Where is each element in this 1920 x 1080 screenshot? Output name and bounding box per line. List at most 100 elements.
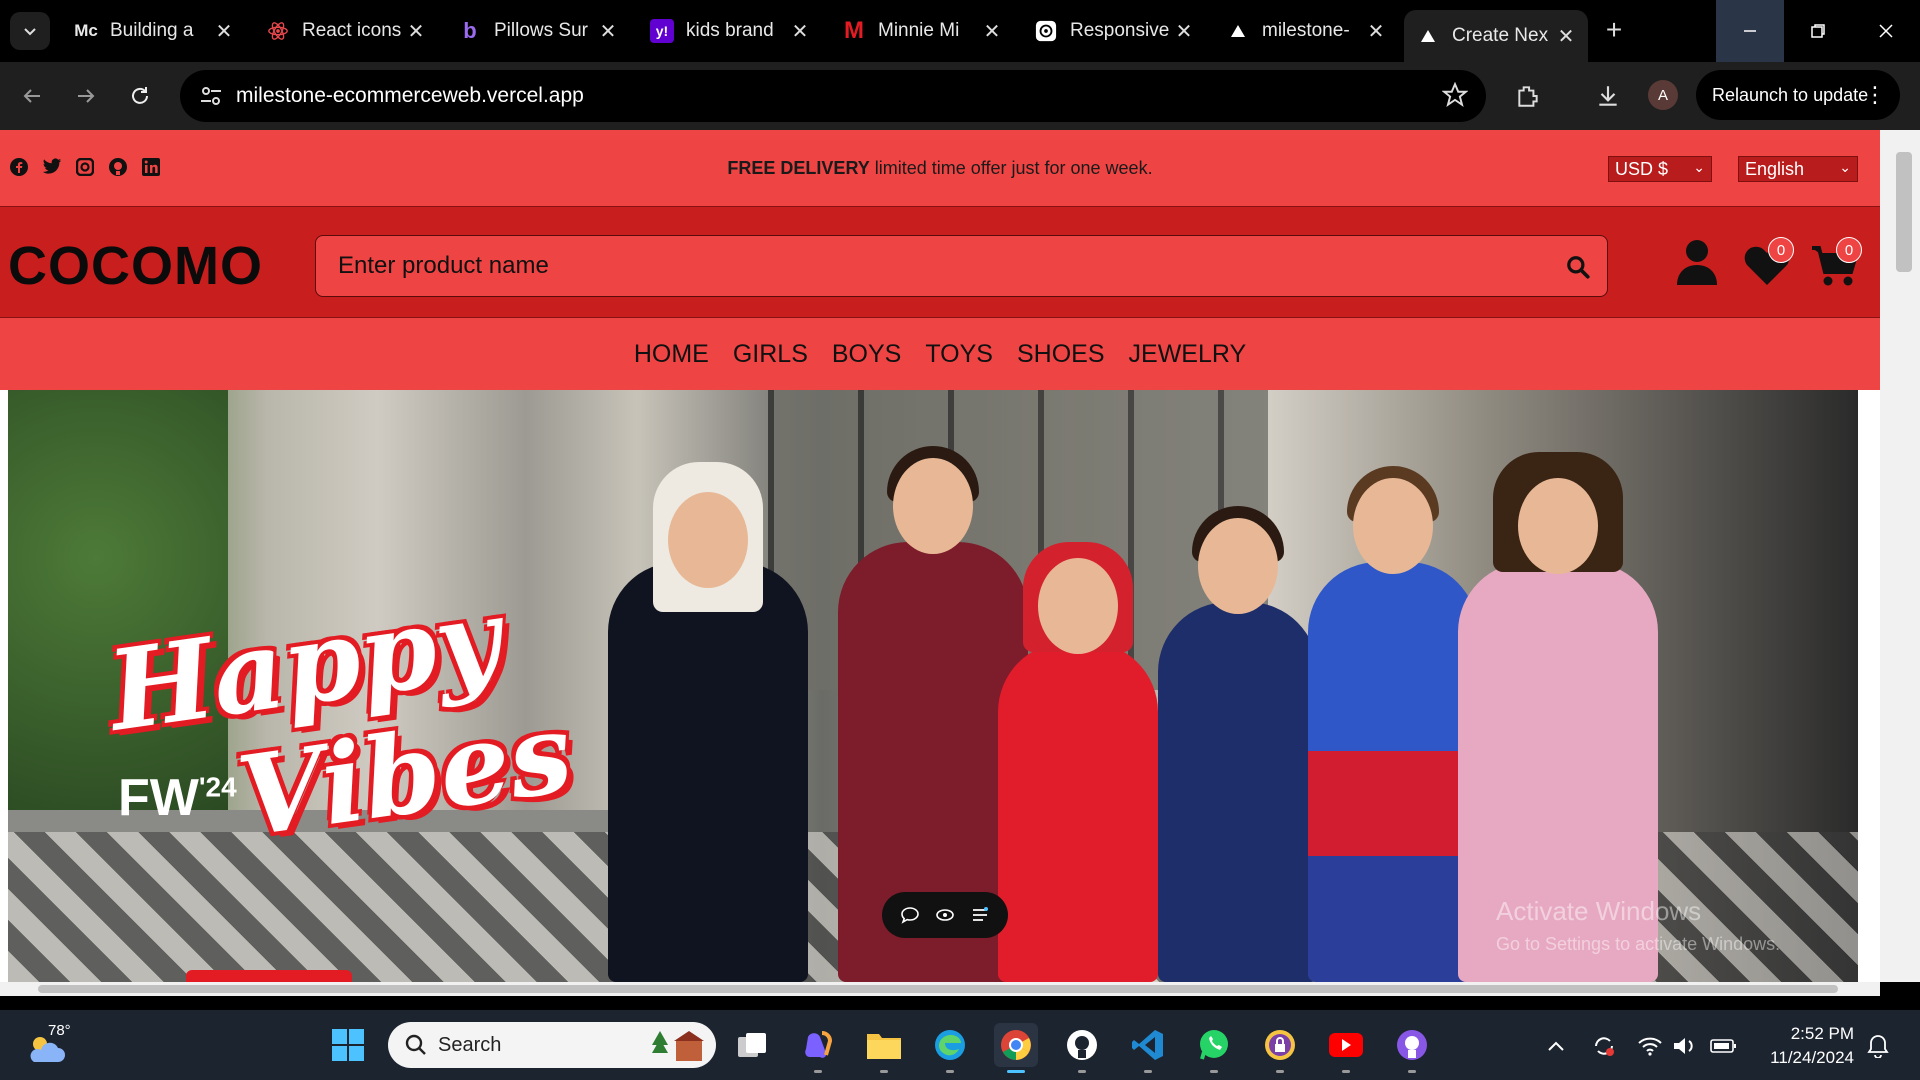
- puzzle-icon: [1518, 86, 1538, 107]
- comment-icon[interactable]: [900, 905, 920, 925]
- network-status-button[interactable]: [1636, 1032, 1664, 1060]
- notifications-button[interactable]: [1864, 1032, 1892, 1060]
- hero-cta-button[interactable]: [186, 970, 352, 982]
- relaunch-label: Relaunch to update: [1712, 84, 1869, 105]
- arrow-right-icon: [78, 89, 95, 103]
- new-tab-button[interactable]: +: [1598, 14, 1630, 46]
- close-tab-icon[interactable]: ✕: [406, 19, 426, 44]
- taskbar-app-whatsapp[interactable]: [1192, 1023, 1236, 1073]
- taskbar-app-github-desktop[interactable]: [1060, 1023, 1104, 1073]
- nav-boys[interactable]: BOYS: [832, 340, 901, 369]
- volume-button[interactable]: [1670, 1032, 1698, 1060]
- taskbar-app-vscode[interactable]: [1126, 1023, 1170, 1073]
- profile-avatar[interactable]: A: [1648, 80, 1678, 110]
- site-logo[interactable]: COCOMO: [8, 235, 263, 297]
- floating-toolbar: [882, 892, 1008, 938]
- folder-icon: [867, 1034, 901, 1059]
- browser-tab[interactable]: React icons ✕: [254, 10, 438, 52]
- chevron-down-icon: ⌄: [1839, 159, 1851, 175]
- tab-title: Minnie Mi: [878, 20, 960, 41]
- close-tab-icon[interactable]: ✕: [1556, 24, 1576, 49]
- currency-select[interactable]: USD $ ⌄: [1608, 156, 1712, 182]
- close-window-button[interactable]: [1852, 0, 1920, 62]
- show-hidden-icons-button[interactable]: [1542, 1032, 1570, 1060]
- chevron-down-icon: [24, 28, 36, 36]
- tab-title: Create Nex: [1452, 25, 1549, 46]
- task-view-button[interactable]: [730, 1023, 774, 1067]
- user-account-icon[interactable]: [1676, 239, 1718, 285]
- reload-button[interactable]: [120, 76, 160, 116]
- browser-tab[interactable]: M Minnie Mi ✕: [830, 10, 1014, 52]
- nav-toys[interactable]: TOYS: [925, 340, 993, 369]
- scrollbar-thumb[interactable]: [38, 985, 1838, 993]
- taskbar-app-edge[interactable]: [928, 1023, 972, 1073]
- hero-year: '24: [198, 771, 237, 803]
- product-search-input[interactable]: Enter product name: [315, 235, 1608, 297]
- search-icon[interactable]: [1565, 254, 1591, 280]
- taskbar-search[interactable]: Search: [388, 1022, 716, 1068]
- battery-status-button[interactable]: [1710, 1032, 1738, 1060]
- close-tab-icon[interactable]: ✕: [1174, 19, 1194, 44]
- chevron-down-icon: ⌄: [1693, 159, 1705, 175]
- tab-search-button[interactable]: [10, 12, 50, 50]
- site-settings-icon[interactable]: [198, 83, 224, 109]
- close-tab-icon[interactable]: ✕: [1366, 19, 1386, 44]
- browser-tab[interactable]: milestone- ✕: [1214, 10, 1398, 52]
- restore-button[interactable]: [1784, 0, 1852, 62]
- clock-time: 2:52 PM: [1790, 1024, 1854, 1043]
- close-tab-icon[interactable]: ✕: [982, 19, 1002, 44]
- address-bar[interactable]: milestone-ecommerceweb.vercel.app: [180, 70, 1486, 122]
- taskbar-app-vpn[interactable]: [1258, 1023, 1302, 1073]
- browser-tab[interactable]: Responsive ✕: [1022, 10, 1206, 52]
- language-value: English: [1745, 158, 1805, 179]
- copilot-icon: [805, 1031, 833, 1058]
- promo-text: limited time offer just for one week.: [869, 158, 1153, 178]
- weather-widget[interactable]: 78°: [26, 1022, 86, 1068]
- announcement-bar: FREE DELIVERY limited time offer just fo…: [0, 130, 1880, 206]
- kebab-menu-icon[interactable]: ⋮: [1864, 82, 1886, 108]
- browser-tab[interactable]: Mc Building a ✕: [62, 10, 246, 52]
- hero-kid-figure: [608, 462, 808, 982]
- back-button[interactable]: [12, 76, 52, 116]
- system-clock[interactable]: 2:52 PM 11/24/2024: [1754, 1022, 1854, 1070]
- close-tab-icon[interactable]: ✕: [214, 19, 234, 44]
- eye-icon[interactable]: [935, 905, 955, 925]
- taskbar-app-chrome[interactable]: [994, 1023, 1038, 1073]
- taskbar-app-file-explorer[interactable]: [862, 1023, 906, 1073]
- horizontal-scrollbar[interactable]: [0, 982, 1880, 996]
- taskbar-app-youtube[interactable]: [1324, 1023, 1368, 1073]
- vercel-triangle-icon: [1416, 24, 1440, 48]
- close-tab-icon[interactable]: ✕: [598, 19, 618, 44]
- github-purple-icon: [1397, 1030, 1427, 1060]
- nav-shoes[interactable]: SHOES: [1017, 340, 1105, 369]
- downloads-button[interactable]: [1588, 76, 1628, 116]
- browser-tab[interactable]: b Pillows Sur ✕: [446, 10, 630, 52]
- minimize-button[interactable]: [1716, 0, 1784, 62]
- browser-tab-active[interactable]: Create Nex ✕: [1404, 10, 1588, 62]
- sync-status-button[interactable]: [1590, 1032, 1618, 1060]
- nav-girls[interactable]: GIRLS: [733, 340, 808, 369]
- extensions-button[interactable]: [1508, 76, 1548, 116]
- bookmark-star-icon[interactable]: [1442, 82, 1468, 108]
- list-menu-icon[interactable]: [970, 905, 990, 925]
- relaunch-button[interactable]: Relaunch to update ⋮: [1696, 70, 1900, 120]
- minimize-icon: [1744, 30, 1756, 32]
- whatsapp-icon: [1200, 1030, 1228, 1060]
- forward-button[interactable]: [66, 76, 106, 116]
- close-tab-icon[interactable]: ✕: [790, 19, 810, 44]
- nav-home[interactable]: HOME: [634, 340, 709, 369]
- medium-favicon-icon: Mc: [74, 21, 98, 40]
- vscode-icon: [1132, 1030, 1163, 1060]
- nav-jewelry[interactable]: JEWELRY: [1129, 340, 1247, 369]
- taskbar-app-github[interactable]: [1390, 1023, 1434, 1073]
- start-button[interactable]: [326, 1023, 370, 1067]
- browser-tab[interactable]: y! kids brand ✕: [638, 10, 822, 52]
- cart-count-badge: 0: [1836, 237, 1862, 263]
- scrollbar-thumb[interactable]: [1896, 152, 1912, 272]
- edge-icon: [935, 1030, 965, 1060]
- vertical-scrollbar[interactable]: [1880, 130, 1920, 982]
- yahoo-favicon-icon: y!: [650, 19, 674, 43]
- tab-title: React icons: [302, 20, 402, 41]
- taskbar-app-copilot[interactable]: [796, 1023, 840, 1073]
- language-select[interactable]: English ⌄: [1738, 156, 1858, 182]
